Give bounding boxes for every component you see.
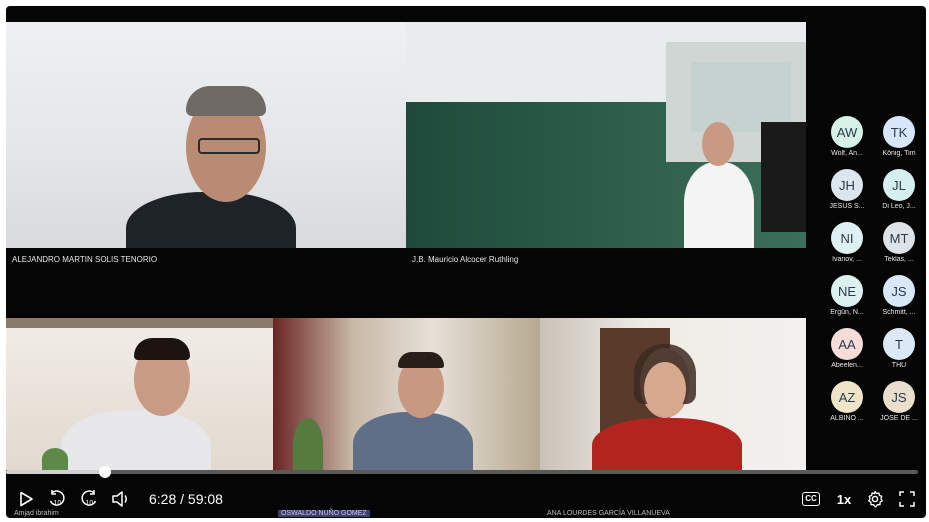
video-tile-participant-4 — [273, 318, 540, 470]
participant-name: JOSE DE ... — [880, 415, 918, 422]
forward-10-button[interactable]: 10 — [78, 489, 100, 509]
participant-name: Wolf, An... — [831, 150, 863, 157]
participant-name: Teklas, ... — [884, 256, 914, 263]
time-separator: / — [176, 491, 188, 507]
tile-name-label: Amjad ibrahim — [14, 510, 59, 517]
avatar-initials: AW — [831, 116, 863, 148]
participant-name: ALBINO ... — [830, 415, 864, 422]
participant-avatar[interactable]: NI Ivanov, ... — [822, 222, 872, 263]
participant-name: Abeelen... — [831, 362, 863, 369]
video-frame[interactable]: ALEJANDRO MARTIN SOLIS TENORIO J.B. Maur… — [6, 6, 926, 518]
video-tile-participant-3 — [6, 318, 273, 470]
avatar-initials: JS — [883, 381, 915, 413]
participant-avatar[interactable]: AZ ALBINO ... — [822, 381, 872, 422]
participant-name: JESÚS S... — [829, 203, 865, 210]
video-tile-speaker-2: J.B. Mauricio Alcocer Ruthling — [406, 22, 806, 264]
volume-button[interactable] — [110, 489, 132, 509]
participant-avatar[interactable]: MT Teklas, ... — [874, 222, 924, 263]
speaker-icon — [112, 491, 127, 507]
forward-10-icon: 10 — [81, 490, 97, 507]
avatar-initials: NI — [831, 222, 863, 254]
closed-captions-icon: CC — [802, 492, 820, 506]
avatar-initials: MT — [883, 222, 915, 254]
avatar-initials: T — [883, 328, 915, 360]
video-tile-speaker-1: ALEJANDRO MARTIN SOLIS TENORIO — [6, 22, 406, 264]
participant-avatar[interactable]: AW Wolf, An... — [822, 116, 872, 157]
captions-button[interactable]: CC — [801, 489, 821, 509]
participant-name: Schmitt, ... — [882, 309, 916, 316]
fullscreen-icon — [899, 491, 915, 507]
play-icon — [20, 491, 33, 507]
participant-name: Ivanov, ... — [832, 256, 862, 263]
settings-button[interactable] — [865, 489, 885, 509]
seek-bar[interactable] — [6, 466, 918, 478]
participant-avatar[interactable]: JS Schmitt, ... — [874, 275, 924, 316]
participant-name: THU — [891, 362, 907, 369]
video-tile-participant-5 — [540, 318, 806, 470]
tile-name-label: J.B. Mauricio Alcocer Ruthling — [412, 255, 519, 264]
video-player: ALEJANDRO MARTIN SOLIS TENORIO J.B. Maur… — [0, 0, 929, 522]
participant-name: Ergün, N... — [830, 309, 864, 316]
avatar-initials: JS — [883, 275, 915, 307]
participant-name: König, Tim — [882, 150, 916, 157]
participant-avatar[interactable]: T THU — [874, 328, 924, 369]
avatar-initials: JH — [831, 169, 863, 201]
tile-name-label: ALEJANDRO MARTIN SOLIS TENORIO — [12, 255, 158, 264]
avatar-initials: JL — [883, 169, 915, 201]
participant-avatar[interactable]: TK König, Tim — [874, 116, 924, 157]
seek-bar-progress — [6, 470, 106, 474]
avatar-initials: NE — [831, 275, 863, 307]
fullscreen-button[interactable] — [897, 489, 917, 509]
participant-avatar[interactable]: JL Di Leo, J... — [874, 169, 924, 210]
rewind-10-icon: 10 — [49, 490, 65, 507]
participant-name: Di Leo, J... — [882, 203, 916, 210]
participant-avatar[interactable]: JS JOSE DE ... — [874, 381, 924, 422]
total-time: 59:08 — [187, 491, 223, 507]
tile-name-label: OSWALDO NUÑO GOMEZ — [278, 510, 370, 517]
participant-avatar[interactable]: NE Ergün, N... — [822, 275, 872, 316]
gear-icon — [868, 490, 883, 508]
participant-avatar[interactable]: JH JESÚS S... — [822, 169, 872, 210]
tile-name-label: ANA LOURDES GARCÍA VILLANUEVA — [547, 510, 670, 517]
svg-text:10: 10 — [86, 500, 94, 507]
svg-text:10: 10 — [54, 500, 62, 507]
participant-avatar[interactable]: AA Abeelen... — [822, 328, 872, 369]
playback-speed-button[interactable]: 1x — [833, 489, 855, 509]
play-button[interactable] — [16, 489, 36, 509]
rewind-10-button[interactable]: 10 — [46, 489, 68, 509]
time-display: 6:28 / 59:08 — [149, 491, 223, 507]
current-time: 6:28 — [149, 491, 177, 507]
avatar-initials: TK — [883, 116, 915, 148]
avatar-initials: AA — [831, 328, 863, 360]
avatar-initials: AZ — [831, 381, 863, 413]
